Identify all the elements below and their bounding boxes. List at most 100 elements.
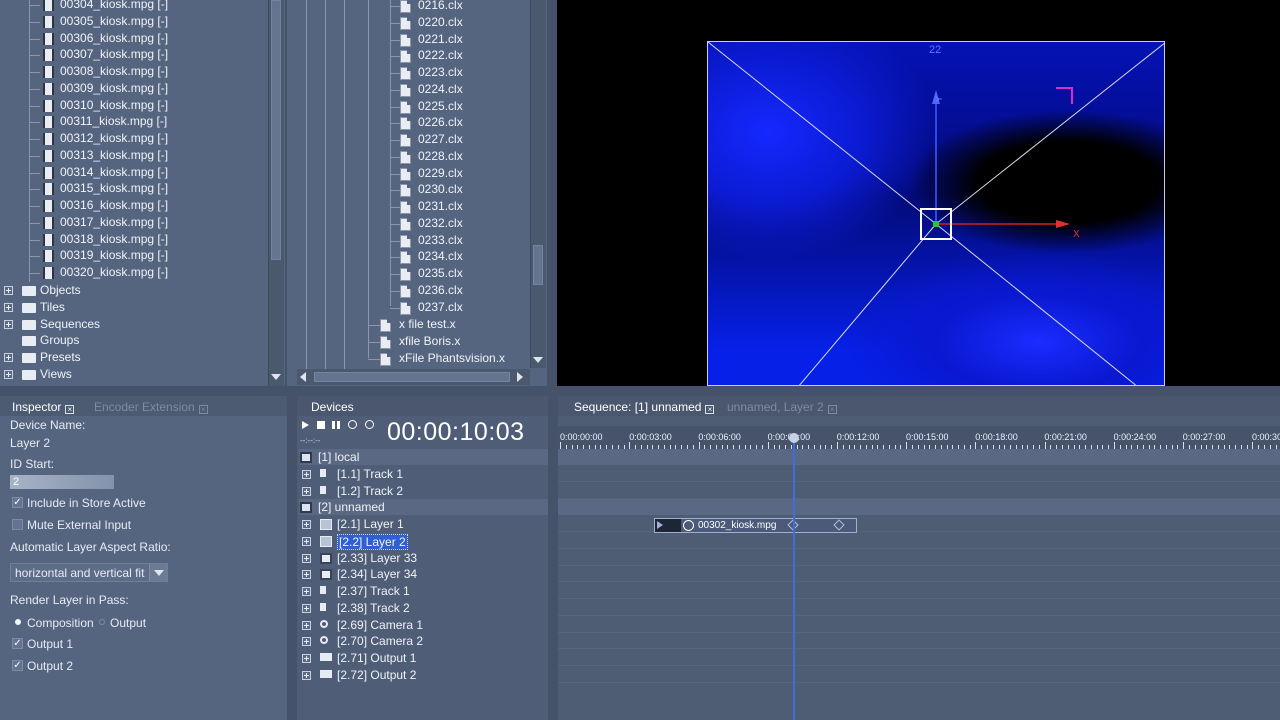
tab-sequence[interactable]: Sequence: [1] unnamed × [574,399,715,416]
track-row[interactable] [558,666,1280,683]
expand-icon[interactable] [4,319,13,329]
expand-icon[interactable] [302,654,311,663]
file-item[interactable]: 0225.clx [418,99,463,113]
clip-item[interactable]: 00305_kiosk.mpg [-] [60,14,168,28]
clip-item[interactable]: 00314_kiosk.mpg [-] [60,165,168,179]
expand-icon[interactable] [302,670,311,680]
clips-scrollbar-thumb[interactable] [271,0,281,260]
mute-input-checkbox[interactable] [12,519,23,530]
play-icon[interactable] [302,421,309,429]
expand-icon[interactable] [302,620,311,630]
clip-item[interactable]: 00313_kiosk.mpg [-] [60,148,168,162]
device-label[interactable]: [2.34] Layer 34 [337,567,417,581]
file-item[interactable]: 0226.clx [418,115,463,129]
clip-item[interactable]: 00304_kiosk.mpg [-] [60,0,168,11]
clip-item[interactable]: 00308_kiosk.mpg [-] [60,64,168,78]
files-scroll-left-icon[interactable] [300,372,306,382]
xfile-item[interactable]: x file test.x [399,317,456,331]
file-item[interactable]: 0235.clx [418,266,463,280]
close-icon[interactable]: × [198,405,208,414]
composition-radio[interactable] [15,619,21,625]
device-label[interactable]: [2.72] Output 2 [337,668,416,682]
file-item[interactable]: 0229.clx [418,166,463,180]
clip-item[interactable]: 00317_kiosk.mpg [-] [60,215,168,229]
file-item[interactable]: 0222.clx [418,48,463,62]
clip-item[interactable]: 00316_kiosk.mpg [-] [60,198,168,212]
clip-item[interactable]: 00309_kiosk.mpg [-] [60,81,168,95]
file-item[interactable]: 0233.clx [418,233,463,247]
track-row[interactable] [558,482,1280,499]
track-row[interactable] [558,616,1280,633]
chevron-down-icon[interactable] [149,564,167,581]
playhead[interactable] [793,433,795,720]
id-start-input[interactable]: 2 [10,475,114,489]
zoom-in-icon[interactable] [365,420,374,429]
expand-icon[interactable] [302,536,311,546]
expand-icon[interactable] [4,302,13,312]
category-sequences[interactable]: Sequences [40,317,100,331]
track-row[interactable] [558,583,1280,599]
file-item[interactable]: 0237.clx [418,300,463,314]
xfile-item[interactable]: xFile Phantsvision.x [399,351,505,365]
file-item[interactable]: 0232.clx [418,216,463,230]
output1-checkbox[interactable]: ✓ [12,638,23,649]
expand-icon[interactable] [302,469,311,479]
track-row[interactable] [558,499,1280,516]
track-row[interactable] [558,566,1280,583]
category-groups[interactable]: Groups [40,333,79,347]
file-item[interactable]: 0220.clx [418,15,463,29]
viewport-canvas[interactable]: 22 Y X [707,41,1165,386]
file-item[interactable]: 0236.clx [418,283,463,297]
file-item[interactable]: 0224.clx [418,82,463,96]
file-item[interactable]: 0231.clx [418,199,463,213]
clip-item[interactable]: 00311_kiosk.mpg [-] [60,114,167,128]
expand-icon[interactable] [302,486,311,496]
files-hscrollbar-thumb[interactable] [314,372,510,382]
category-tiles[interactable]: Tiles [40,300,65,314]
clips-scroll-down-icon[interactable] [271,374,281,380]
close-icon[interactable]: × [65,405,75,414]
close-icon[interactable]: × [827,405,837,414]
device-label[interactable]: [1.2] Track 2 [337,484,403,498]
expand-icon[interactable] [302,570,311,580]
device-label[interactable]: [2.69] Camera 1 [337,618,423,632]
pause-icon[interactable] [332,421,340,429]
keyframe-icon[interactable] [833,519,845,531]
device-label[interactable]: [2.2] Layer 2 [337,533,408,550]
clip-item[interactable]: 00318_kiosk.mpg [-] [60,232,168,246]
clip-item[interactable]: 00319_kiosk.mpg [-] [60,248,168,262]
clip-item[interactable]: 00315_kiosk.mpg [-] [60,181,168,195]
output2-checkbox[interactable]: ✓ [12,660,23,671]
expand-icon[interactable] [4,369,13,379]
tab-devices[interactable]: Devices [311,399,354,416]
files-scroll-down-icon[interactable] [533,357,543,363]
track-row[interactable] [558,449,1280,465]
device-label[interactable]: [2.70] Camera 2 [337,634,423,648]
device-label[interactable]: [2.38] Track 2 [337,601,410,615]
category-presets[interactable]: Presets [40,350,81,364]
file-item[interactable]: 0230.clx [418,182,463,196]
category-objects[interactable]: Objects [40,283,81,297]
expand-icon[interactable] [302,637,311,647]
category-views[interactable]: Views [40,367,72,381]
clip-item[interactable]: 00312_kiosk.mpg [-] [60,131,168,145]
expand-icon[interactable] [4,353,13,362]
output-radio[interactable] [99,619,105,625]
file-item[interactable]: 0216.clx [418,0,463,12]
zoom-out-icon[interactable] [348,420,357,429]
stop-icon[interactable] [317,421,325,429]
file-item[interactable]: 0223.clx [418,65,463,79]
track-row[interactable] [558,532,1280,549]
track-row[interactable] [558,465,1280,482]
clip-item[interactable]: 00320_kiosk.mpg [-] [60,265,168,279]
track-row[interactable] [558,549,1280,566]
file-item[interactable]: 0227.clx [418,132,463,146]
files-scroll-right-icon[interactable] [517,372,523,382]
track-row[interactable] [558,650,1280,666]
expand-icon[interactable] [302,603,311,613]
tab-encoder-extension[interactable]: Encoder Extension × [94,399,208,416]
track-row[interactable] [558,599,1280,616]
file-item[interactable]: 0221.clx [418,32,463,46]
track-row[interactable] [558,633,1280,650]
xfile-item[interactable]: xfile Boris.x [399,334,460,348]
